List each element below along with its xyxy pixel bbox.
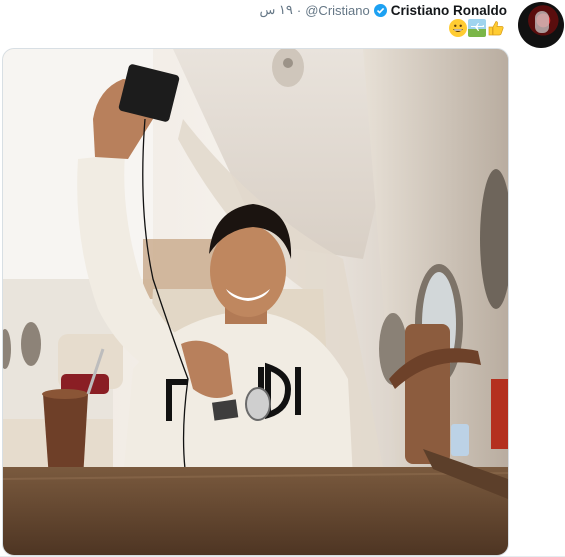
profile-avatar[interactable]: [518, 2, 564, 48]
wooden-table: [3, 467, 508, 555]
tweet-timestamp[interactable]: ١٩ س: [259, 2, 292, 18]
tweet-text: [449, 17, 505, 39]
cup-rim: [42, 389, 88, 399]
verified-badge-icon: [373, 3, 387, 17]
display-name[interactable]: Cristiano Ronaldo: [391, 3, 507, 18]
user-handle[interactable]: @Cristiano: [305, 3, 370, 18]
tweet-card[interactable]: Cristiano Ronaldo @Cristiano · ١٩ س: [0, 0, 565, 557]
cup: [43, 394, 88, 479]
ceiling-light: [283, 58, 293, 68]
cabin-window: [21, 322, 41, 366]
avatar-face: [535, 11, 549, 33]
watch: [245, 387, 271, 421]
water-bottle: [451, 424, 469, 456]
airplane-emoji-icon: [468, 19, 486, 37]
thumbs-up-emoji-icon: [487, 19, 505, 37]
tweet-header: Cristiano Ronaldo @Cristiano · ١٩ س: [259, 2, 507, 18]
photo-illustration: [3, 49, 508, 555]
tweet-photo[interactable]: [2, 48, 509, 556]
bottle: [405, 324, 450, 464]
book: [491, 379, 508, 449]
separator-dot: ·: [296, 2, 302, 18]
grinning-face-emoji-icon: [449, 19, 467, 37]
